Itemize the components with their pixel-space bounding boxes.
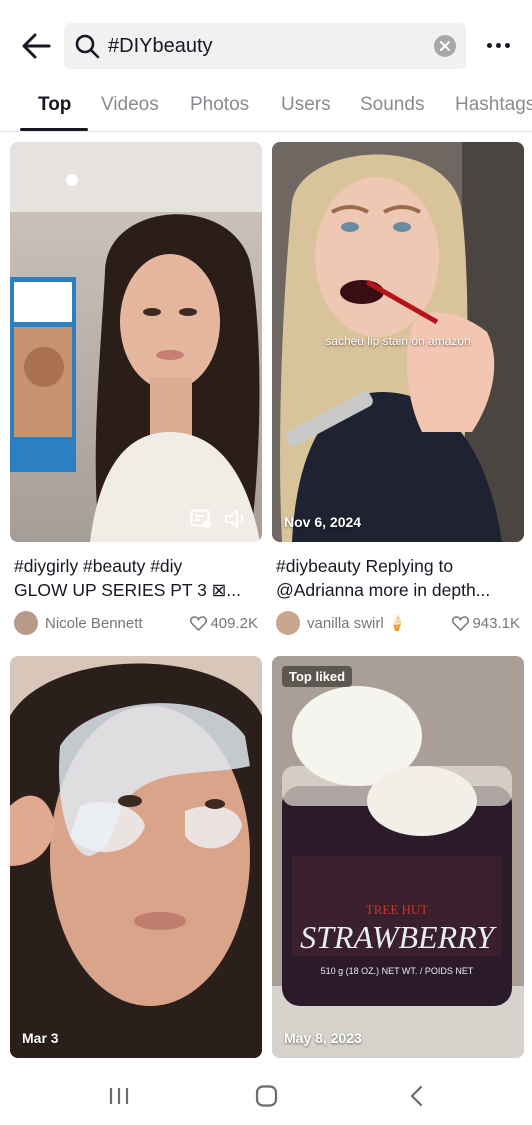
- tab-top[interactable]: Top: [38, 94, 71, 116]
- system-navigation-bar: [0, 1066, 532, 1125]
- caption-icon: [190, 509, 211, 528]
- author-name[interactable]: vanilla swirl 🍦: [307, 614, 407, 632]
- result-card-1[interactable]: #diygirly #beauty #diy GLOW UP SERIES PT…: [10, 142, 262, 636]
- like-count: 409.2K: [190, 615, 262, 632]
- more-dot-icon: [486, 42, 492, 48]
- more-dot-icon: [504, 42, 510, 48]
- product-size: 510 g (18 OZ.) NET WT. / POIDS NET: [321, 966, 474, 976]
- video-thumbnail[interactable]: TREE HUT STRAWBERRY 510 g (18 OZ.) NET W…: [272, 656, 524, 1058]
- video-title[interactable]: #diybeauty Replying to @Adrianna more in…: [272, 554, 524, 602]
- post-date: Mar 3: [22, 1030, 59, 1046]
- home-button[interactable]: [252, 1084, 282, 1108]
- tab-videos[interactable]: Videos: [101, 94, 159, 116]
- home-icon: [255, 1085, 278, 1107]
- heart-icon: [190, 615, 208, 631]
- back-nav-button[interactable]: [402, 1084, 432, 1108]
- sound-icon: [225, 510, 244, 528]
- close-icon: [440, 41, 450, 51]
- video-thumbnail-image: [10, 656, 262, 1058]
- video-meta: vanilla swirl 🍦 943.1K: [272, 610, 524, 636]
- recent-apps-button[interactable]: [104, 1084, 134, 1108]
- video-meta: Nicole Bennett 409.2K: [10, 610, 262, 636]
- video-title-line: #diygirly #beauty #diy: [14, 556, 183, 576]
- avatar[interactable]: [276, 611, 300, 635]
- author-name[interactable]: Nicole Bennett: [45, 615, 143, 632]
- thumbnail-icons: [190, 508, 248, 530]
- search-input[interactable]: #DIYbeauty: [64, 23, 466, 69]
- result-card-4[interactable]: TREE HUT STRAWBERRY 510 g (18 OZ.) NET W…: [272, 656, 524, 1058]
- video-thumbnail[interactable]: [10, 142, 262, 542]
- back-button[interactable]: [18, 28, 54, 64]
- search-query-text: #DIYbeauty: [108, 35, 213, 57]
- video-thumbnail-image: TREE HUT STRAWBERRY 510 g (18 OZ.) NET W…: [272, 656, 524, 1058]
- more-dot-icon: [495, 42, 501, 48]
- search-icon: [75, 34, 100, 59]
- post-date: Nov 6, 2024: [284, 514, 362, 530]
- like-count: 943.1K: [452, 615, 524, 632]
- search-header: #DIYbeauty: [0, 0, 532, 90]
- product-brand: TREE HUT: [366, 902, 429, 917]
- arrow-left-icon: [22, 33, 51, 59]
- video-thumbnail-image: [10, 142, 262, 542]
- video-overlay-caption: sacheu lip stain on amazon: [325, 334, 471, 348]
- chevron-left-icon: [410, 1085, 423, 1107]
- recent-apps-icon: [109, 1088, 129, 1104]
- like-count-text: 943.1K: [472, 614, 520, 632]
- product-name: STRAWBERRY: [300, 919, 497, 955]
- top-liked-badge: Top liked: [282, 666, 353, 687]
- tab-photos[interactable]: Photos: [190, 94, 249, 116]
- result-card-2[interactable]: sacheu lip stain on amazon Nov 6, 2024 #…: [272, 142, 524, 636]
- tab-users[interactable]: Users: [281, 94, 331, 116]
- avatar[interactable]: [14, 611, 38, 635]
- post-date: May 8, 2023: [284, 1030, 362, 1046]
- result-card-3[interactable]: Mar 3: [10, 656, 262, 1058]
- tab-sounds[interactable]: Sounds: [360, 94, 424, 116]
- video-title-line: @Adrianna more in depth...: [276, 580, 491, 600]
- video-title-line: #diybeauty Replying to: [276, 556, 454, 576]
- heart-icon: [452, 615, 470, 631]
- video-title[interactable]: #diygirly #beauty #diy GLOW UP SERIES PT…: [10, 554, 262, 602]
- more-options-button[interactable]: [480, 32, 516, 58]
- video-thumbnail[interactable]: sacheu lip stain on amazon Nov 6, 2024: [272, 142, 524, 542]
- video-thumbnail[interactable]: Mar 3: [10, 656, 262, 1058]
- video-title-line: GLOW UP SERIES PT 3 ⊠...: [14, 580, 241, 600]
- clear-search-button[interactable]: [434, 35, 456, 57]
- like-count-text: 409.2K: [210, 614, 258, 632]
- result-tabs: Top Videos Photos Users Sounds Hashtags: [0, 90, 532, 132]
- tab-hashtags[interactable]: Hashtags: [455, 94, 532, 116]
- active-tab-indicator: [20, 128, 88, 131]
